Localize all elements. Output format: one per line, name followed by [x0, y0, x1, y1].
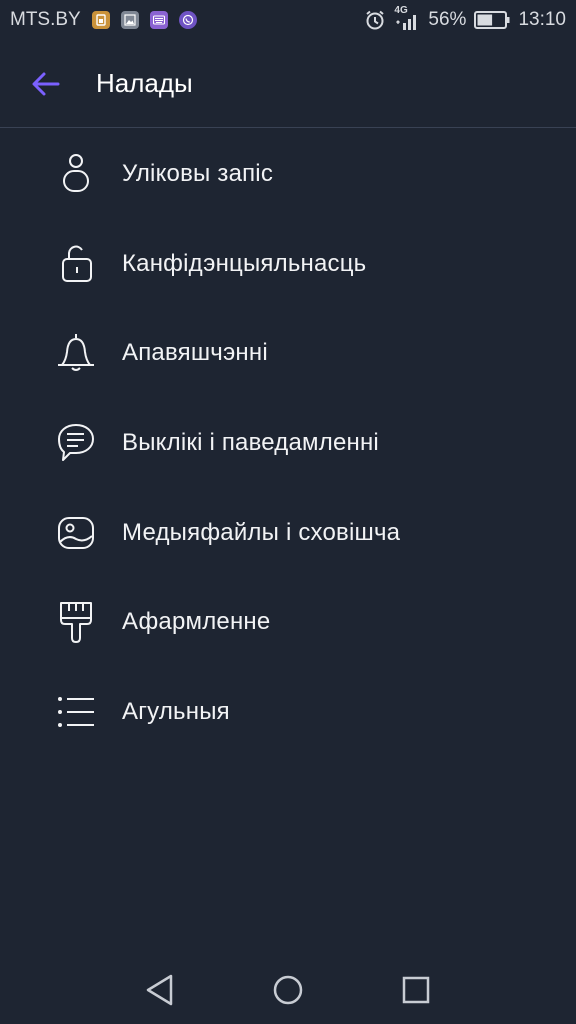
settings-item-calls-messages[interactable]: Выклікі і паведамленні	[0, 398, 576, 488]
nav-recents-button[interactable]	[396, 970, 436, 1010]
nav-home-button[interactable]	[268, 970, 308, 1010]
chat-icon	[56, 421, 96, 465]
settings-screen: MTS.BY 4G 56% 13:10 Налады Уліковы запіс…	[0, 0, 576, 1024]
keyboard-icon	[149, 11, 168, 29]
brush-icon	[56, 600, 96, 644]
nav-back-button[interactable]	[140, 970, 180, 1010]
settings-item-label: Канфідэнцыяльнасць	[122, 249, 367, 277]
carrier-label: MTS.BY	[10, 9, 81, 30]
status-right: 4G 56% 13:10	[356, 5, 566, 31]
settings-item-label: Агульныя	[122, 697, 230, 725]
triangle-back-icon	[146, 974, 173, 1006]
gallery-icon	[120, 11, 139, 29]
circle-home-icon	[273, 975, 303, 1005]
arrow-left-icon	[32, 72, 60, 96]
bell-icon	[56, 331, 96, 375]
page-title: Налады	[96, 68, 193, 98]
viber-icon	[178, 11, 197, 29]
clock: 13:10	[518, 9, 566, 30]
back-button[interactable]	[28, 66, 64, 102]
square-recents-icon	[402, 976, 430, 1004]
list-icon	[56, 690, 96, 734]
settings-item-label: Апавяшчэнні	[122, 339, 268, 367]
signal-icon: 4G	[394, 5, 420, 31]
lock-icon	[56, 242, 96, 286]
account-icon	[56, 152, 96, 196]
settings-item-privacy[interactable]: Канфідэнцыяльнасць	[0, 219, 576, 309]
settings-item-label: Афармленне	[122, 608, 271, 636]
status-left: MTS.BY	[10, 9, 197, 31]
battery-icon	[474, 11, 510, 29]
settings-list: Уліковы запіс Канфідэнцыяльнасць Апавяшч…	[0, 129, 576, 757]
settings-item-account[interactable]: Уліковы запіс	[0, 129, 576, 219]
settings-item-label: Выклікі і паведамленні	[122, 428, 379, 456]
settings-item-media-storage[interactable]: Медыяфайлы і сховішча	[0, 488, 576, 578]
system-nav-bar	[0, 952, 576, 1024]
battery-percent: 56%	[428, 9, 467, 30]
network-type: 4G	[394, 5, 408, 16]
settings-item-general[interactable]: Агульныя	[0, 667, 576, 757]
settings-item-label: Медыяфайлы і сховішча	[122, 518, 401, 546]
status-bar: MTS.BY 4G 56% 13:10	[0, 0, 576, 40]
app-bar: Налады	[0, 40, 576, 128]
sim-icon	[91, 11, 110, 29]
media-icon	[56, 511, 96, 555]
settings-item-label: Уліковы запіс	[122, 159, 274, 187]
settings-item-notifications[interactable]: Апавяшчэнні	[0, 308, 576, 398]
alarm-icon	[364, 9, 386, 31]
settings-item-appearance[interactable]: Афармленне	[0, 577, 576, 667]
